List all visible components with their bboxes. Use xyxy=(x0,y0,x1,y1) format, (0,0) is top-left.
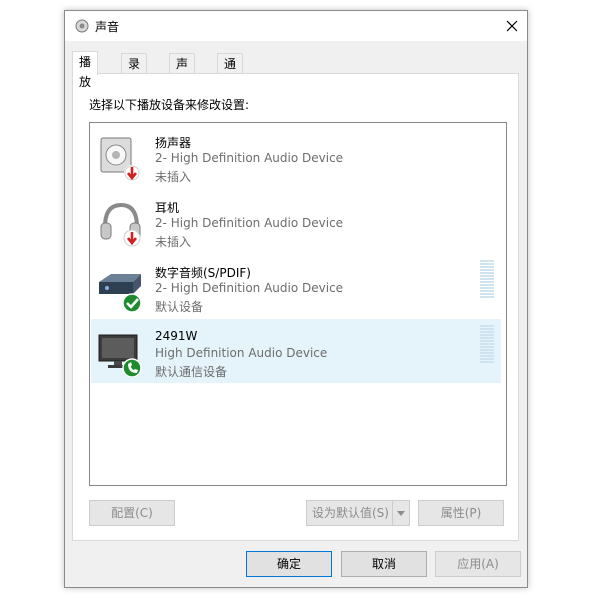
chevron-down-icon xyxy=(397,510,405,516)
volume-level-meter xyxy=(480,325,494,365)
device-list[interactable]: 扬声器 2- High Definition Audio Device 未插入 … xyxy=(89,122,507,486)
device-description: 2- High Definition Audio Device xyxy=(155,281,344,295)
cancel-button[interactable]: 取消 xyxy=(341,551,427,577)
tab-sounds[interactable]: 声音 xyxy=(169,53,196,91)
device-description: 2- High Definition Audio Device xyxy=(155,216,344,230)
device-name: 扬声器 xyxy=(155,136,192,150)
device-name: 数字音频(S/PDIF) xyxy=(155,266,251,280)
apply-button[interactable]: 应用(A) xyxy=(435,551,521,577)
device-status: 未插入 xyxy=(155,235,192,249)
tab-playback[interactable]: 播放 xyxy=(72,51,99,89)
device-item-speakers[interactable]: 扬声器 2- High Definition Audio Device 未插入 xyxy=(91,124,501,188)
speaker-icon xyxy=(100,137,140,181)
volume-level-meter xyxy=(480,260,494,300)
tab-recording[interactable]: 录制 xyxy=(121,53,148,91)
device-status: 未插入 xyxy=(155,170,192,184)
device-description: 2- High Definition Audio Device xyxy=(155,151,344,165)
device-item-digital-audio[interactable]: 数字音频(S/PDIF) 2- High Definition Audio De… xyxy=(91,254,501,318)
device-name: 2491W xyxy=(155,329,198,343)
device-description: High Definition Audio Device xyxy=(155,346,328,360)
close-icon xyxy=(506,20,518,32)
set-default-button[interactable]: 设为默认值(S) xyxy=(306,500,410,526)
properties-button[interactable]: 属性(P) xyxy=(418,500,504,526)
ok-button[interactable]: 确定 xyxy=(246,551,332,577)
window-title: 声音 xyxy=(95,20,120,34)
tab-communications[interactable]: 通信 xyxy=(217,53,244,91)
device-status: 默认通信设备 xyxy=(155,365,228,379)
set-default-dropdown[interactable] xyxy=(392,501,409,525)
device-item-headphones[interactable]: 耳机 2- High Definition Audio Device 未插入 xyxy=(91,189,501,253)
title-bar: 声音 xyxy=(65,11,527,41)
device-item-2491w[interactable]: 2491W High Definition Audio Device 默认通信设… xyxy=(91,319,501,383)
configure-button[interactable]: 配置(C) xyxy=(89,500,175,526)
device-name: 耳机 xyxy=(155,201,180,215)
headphones-icon xyxy=(100,202,141,247)
monitor-icon xyxy=(98,334,142,377)
speaker-app-icon xyxy=(75,19,89,33)
instruction-text: 选择以下播放设备来修改设置: xyxy=(89,98,250,112)
sound-dialog: 声音 播放 录制 声音 通信 选择以下播放设备来修改设置: xyxy=(64,10,528,588)
digital-audio-icon xyxy=(99,274,142,312)
close-button[interactable] xyxy=(497,11,527,41)
device-status: 默认设备 xyxy=(155,300,204,314)
playback-panel: 选择以下播放设备来修改设置: 扬声器 2- High Definition Au… xyxy=(72,73,519,541)
set-default-label: 设为默认值(S) xyxy=(312,506,389,520)
